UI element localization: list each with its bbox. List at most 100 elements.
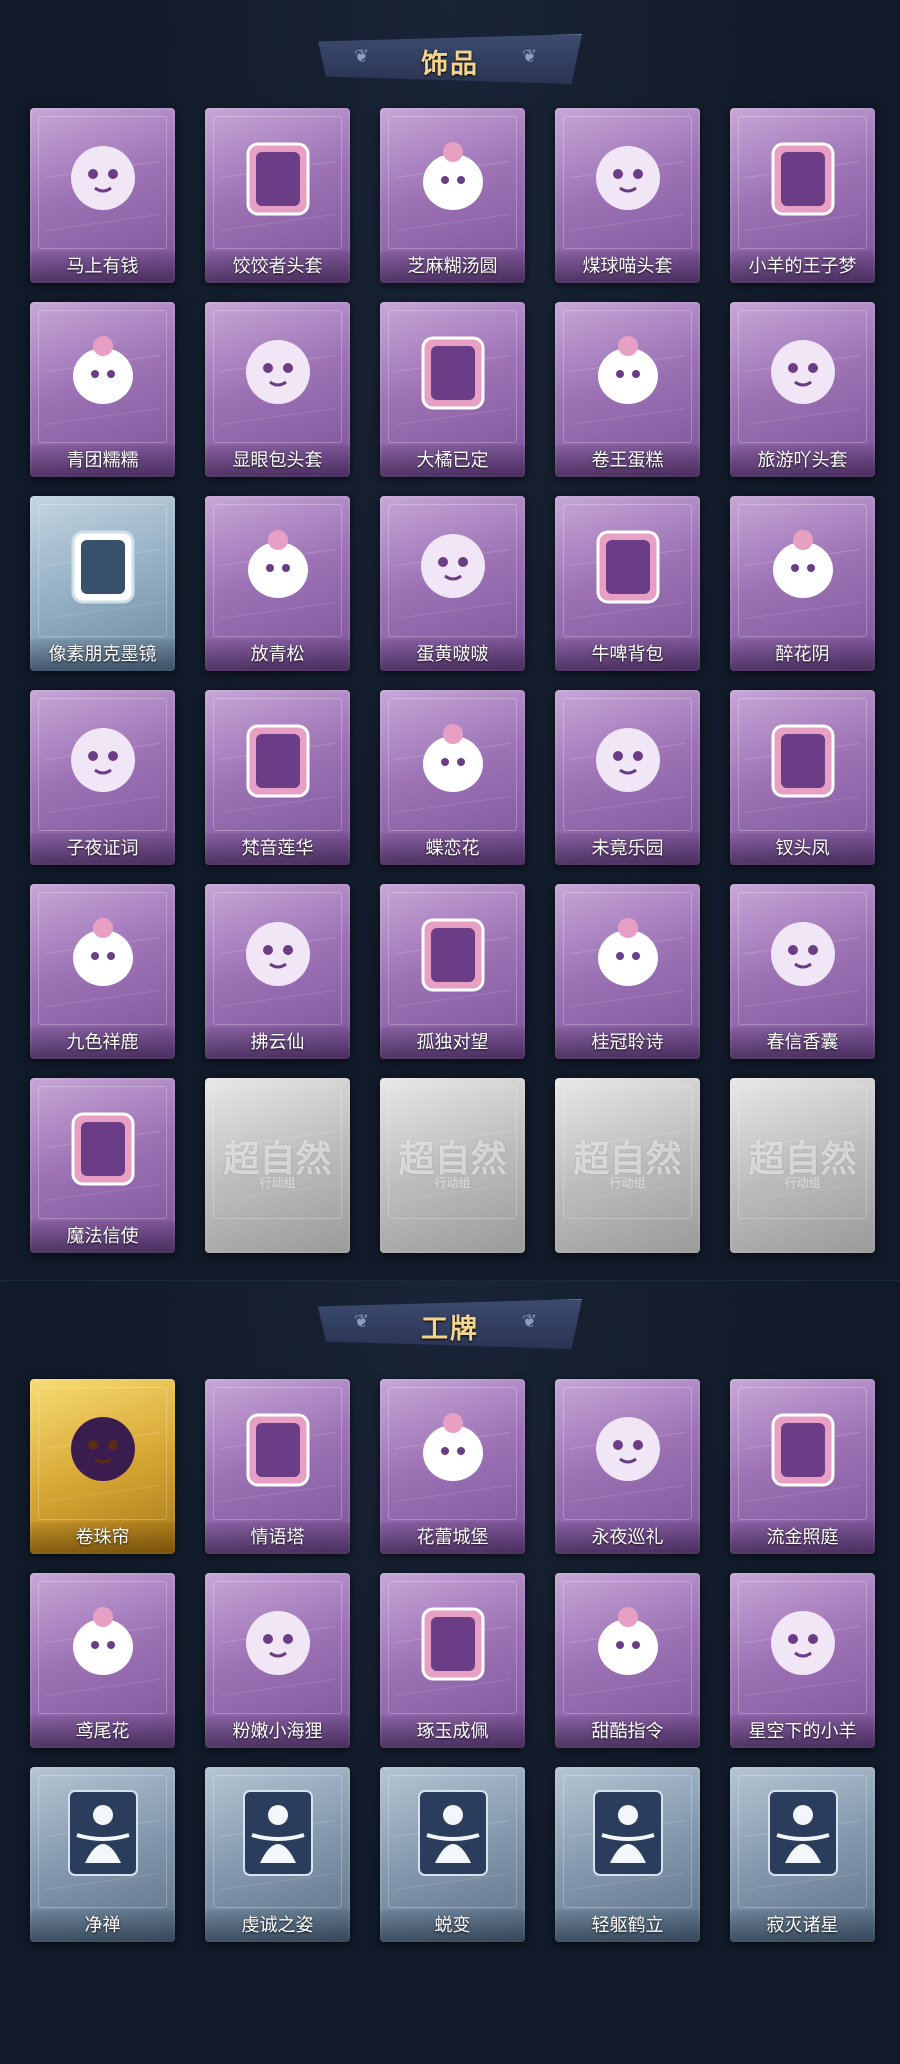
- orange-slice-head-icon: [405, 320, 501, 416]
- item-card[interactable]: 情语塔: [205, 1379, 350, 1554]
- item-card[interactable]: 星空下的小羊: [730, 1573, 875, 1748]
- item-card[interactable]: 放青松: [205, 496, 350, 671]
- item-name: 流金照庭: [730, 1522, 875, 1554]
- watermark-subtitle: 行动组: [784, 1176, 821, 1190]
- laurel-doll-pendant-icon: [580, 902, 676, 998]
- item-name: 饺饺者头套: [205, 251, 350, 283]
- item-name: 牛啤背包: [555, 639, 700, 671]
- accessories-section: ❦ ❦ 饰品 马上有钱 饺饺者头套 芝麻糊汤圆 煤球喵头套 小羊的王子梦 青团糯糯 显眼包头…: [0, 0, 900, 1280]
- item-card[interactable]: 拂云仙: [205, 884, 350, 1059]
- night-moon-card-icon: [580, 1397, 676, 1493]
- item-name: 子夜证词: [30, 833, 175, 865]
- item-card[interactable]: 钗头凤: [730, 690, 875, 865]
- item-card[interactable]: 卷珠帘: [30, 1379, 175, 1554]
- item-card[interactable]: 像素朋克墨镜: [30, 496, 175, 671]
- sheep-crown-head-icon: [755, 126, 851, 222]
- item-card[interactable]: 蝶恋花: [380, 690, 525, 865]
- item-card[interactable]: 魔法信使: [30, 1078, 175, 1253]
- open-arms-silhouette-icon: [405, 1785, 501, 1881]
- item-name: 醉花阴: [730, 639, 875, 671]
- meditation-silhouette-icon: [55, 1785, 151, 1881]
- item-card[interactable]: 鸢尾花: [30, 1573, 175, 1748]
- item-card[interactable]: 未竟乐园: [555, 690, 700, 865]
- item-card[interactable]: 超自然 行动组: [380, 1078, 525, 1253]
- item-name: 钗头凤: [730, 833, 875, 865]
- phoenix-crown-doll-icon: [755, 708, 851, 804]
- item-card[interactable]: 寂灭诸星: [730, 1767, 875, 1942]
- red-horse-head-icon: [55, 126, 151, 222]
- duck-straw-hat-head-icon: [755, 320, 851, 416]
- yellow-chick-icon: [405, 514, 501, 610]
- item-name: 小羊的王子梦: [730, 251, 875, 283]
- item-name: 轻躯鹤立: [555, 1910, 700, 1942]
- item-name: 卷珠帘: [30, 1522, 175, 1554]
- item-card[interactable]: 牛啤背包: [555, 496, 700, 671]
- item-name: 孤独对望: [380, 1027, 525, 1059]
- cloud-fairy-pendant-icon: [230, 902, 326, 998]
- item-card[interactable]: 粉嫩小海狸: [205, 1573, 350, 1748]
- watermark-subtitle: 行动组: [609, 1176, 646, 1190]
- item-card[interactable]: 显眼包头套: [205, 302, 350, 477]
- item-card[interactable]: 超自然 行动组: [730, 1078, 875, 1253]
- item-card[interactable]: 饺饺者头套: [205, 108, 350, 283]
- dumpling-cloud-head-icon: [230, 126, 326, 222]
- item-card[interactable]: 九色祥鹿: [30, 884, 175, 1059]
- item-card[interactable]: 甜酷指令: [555, 1573, 700, 1748]
- section-title: 饰品: [421, 49, 479, 80]
- cow-beer-backpack-icon: [580, 514, 676, 610]
- golden-frame-card-icon: [755, 1397, 851, 1493]
- item-name: 寂灭诸星: [730, 1910, 875, 1942]
- item-card[interactable]: 春信香囊: [730, 884, 875, 1059]
- item-card[interactable]: 马上有钱: [30, 108, 175, 283]
- item-name: 芝麻糊汤圆: [380, 251, 525, 283]
- item-card[interactable]: 蜕变: [380, 1767, 525, 1942]
- item-card[interactable]: 孤独对望: [380, 884, 525, 1059]
- item-card[interactable]: 流金照庭: [730, 1379, 875, 1554]
- black-owl-icon: [55, 708, 151, 804]
- item-card[interactable]: 超自然 行动组: [205, 1078, 350, 1253]
- item-card[interactable]: 芝麻糊汤圆: [380, 108, 525, 283]
- item-name: 桂冠聆诗: [555, 1027, 700, 1059]
- crane-pose-silhouette-icon: [580, 1785, 676, 1881]
- item-name: 虔诚之姿: [205, 1910, 350, 1942]
- iris-card-icon: [55, 1591, 151, 1687]
- item-name: 青团糯糯: [30, 445, 175, 477]
- item-name: 卷王蛋糕: [555, 445, 700, 477]
- curtain-card-icon: [55, 1397, 151, 1493]
- sheep-starry-card-icon: [755, 1591, 851, 1687]
- item-card[interactable]: 超自然 行动组: [555, 1078, 700, 1253]
- potted-pine-icon: [230, 514, 326, 610]
- item-name: 甜酷指令: [555, 1716, 700, 1748]
- item-card[interactable]: 子夜证词: [30, 690, 175, 865]
- item-card[interactable]: 小羊的王子梦: [730, 108, 875, 283]
- item-card[interactable]: 梵音莲华: [205, 690, 350, 865]
- item-card[interactable]: 桂冠聆诗: [555, 884, 700, 1059]
- item-card[interactable]: 蛋黄啵啵: [380, 496, 525, 671]
- item-card[interactable]: 大橘已定: [380, 302, 525, 477]
- sachet-pendant-icon: [755, 902, 851, 998]
- item-card[interactable]: 虔诚之姿: [205, 1767, 350, 1942]
- watermark-subtitle: 行动组: [434, 1176, 471, 1190]
- item-card[interactable]: 琢玉成佩: [380, 1573, 525, 1748]
- item-name: 琢玉成佩: [380, 1716, 525, 1748]
- item-card[interactable]: 醉花阴: [730, 496, 875, 671]
- item-card[interactable]: 永夜巡礼: [555, 1379, 700, 1554]
- item-name: 星空下的小羊: [730, 1716, 875, 1748]
- item-card[interactable]: 净禅: [30, 1767, 175, 1942]
- tower-card-icon: [230, 1397, 326, 1493]
- item-name: 煤球喵头套: [555, 251, 700, 283]
- item-name: 鸢尾花: [30, 1716, 175, 1748]
- item-card[interactable]: 旅游吖头套: [730, 302, 875, 477]
- item-card[interactable]: 青团糯糯: [30, 302, 175, 477]
- item-card[interactable]: 花蕾城堡: [380, 1379, 525, 1554]
- item-card[interactable]: 卷王蛋糕: [555, 302, 700, 477]
- item-card[interactable]: 轻躯鹤立: [555, 1767, 700, 1942]
- pixel-sunglasses-icon: [55, 514, 151, 610]
- item-card[interactable]: 煤球喵头套: [555, 108, 700, 283]
- item-name: 像素朋克墨镜: [30, 639, 175, 671]
- item-name: 粉嫩小海狸: [205, 1716, 350, 1748]
- item-name: 春信香囊: [730, 1027, 875, 1059]
- item-name: 花蕾城堡: [380, 1522, 525, 1554]
- cake-roll-head-icon: [580, 320, 676, 416]
- lotus-doll-icon: [230, 708, 326, 804]
